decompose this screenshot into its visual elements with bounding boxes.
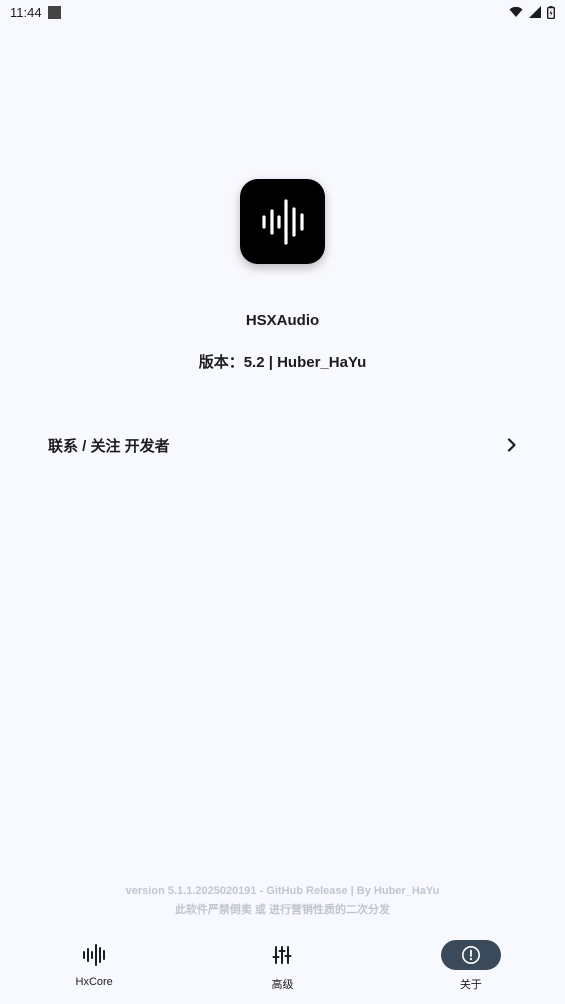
waveform-icon [261,198,304,245]
nav-item-hxcore[interactable]: HxCore [34,930,154,1004]
battery-icon [547,5,555,19]
chevron-right-icon [507,438,516,452]
contact-developer-label: 联系 / 关注 开发者 [48,437,170,455]
status-time: 11:44 [10,4,42,20]
status-bar: 11:44 [0,0,565,24]
nav-icon-container [252,940,312,970]
contact-developer-row[interactable]: 联系 / 关注 开发者 [30,421,535,469]
nav-label-advanced: 高级 [271,979,294,991]
nav-item-about[interactable]: 关于 [411,930,531,1004]
app-logo [240,179,325,264]
footer-version-text: version 5.1.1.2025020191 - GitHub Releas… [125,885,440,897]
wifi-icon [509,6,523,17]
waveform-icon [83,944,106,966]
bottom-navigation: HxCore 高级 关于 [0,930,565,1004]
nav-label-hxcore: HxCore [75,976,113,988]
nav-item-advanced[interactable]: 高级 [222,930,342,1004]
notification-square-icon [47,5,61,19]
nav-label-about: 关于 [459,979,482,991]
version-info: 版本：5.2 | Huber_HaYu [198,354,367,371]
nav-icon-container-active [440,940,501,970]
signal-icon [529,6,541,18]
nav-icon-container [64,940,124,970]
sliders-icon [272,946,292,964]
footer-notice-text: 此软件严禁倒卖 或 进行营销性质的二次分发 [174,904,391,916]
app-name: HSXAudio [245,312,320,329]
info-icon [461,946,480,964]
status-left: 11:44 [10,5,61,20]
status-right [509,5,555,19]
